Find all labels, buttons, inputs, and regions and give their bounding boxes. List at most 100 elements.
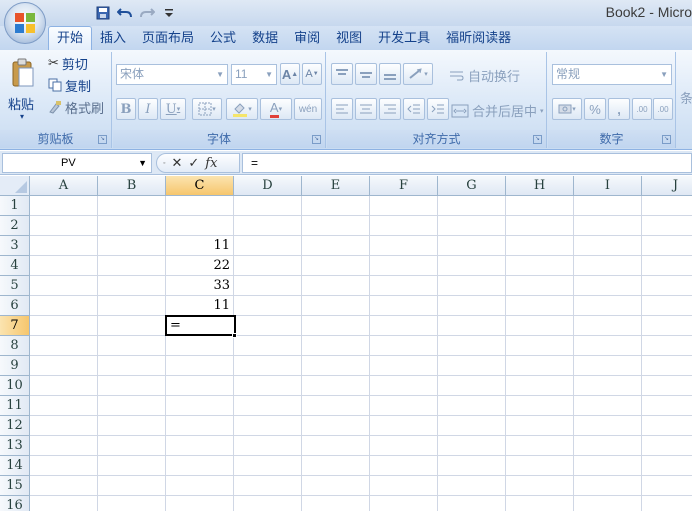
format-painter-button[interactable]: 格式刷 <box>48 98 104 116</box>
tab-data[interactable]: 数据 <box>244 26 286 50</box>
phonetic-button[interactable]: wén <box>294 98 322 120</box>
clipboard-launcher-icon[interactable]: ↘ <box>98 135 107 144</box>
bold-button[interactable]: B <box>116 98 136 120</box>
row-header-11[interactable]: 11 <box>0 396 30 416</box>
name-box[interactable]: PV ▼ <box>2 153 152 173</box>
customize-qat-icon[interactable] <box>160 4 178 22</box>
number-launcher-icon[interactable]: ↘ <box>662 135 671 144</box>
cut-button[interactable]: ✂ 剪切 <box>48 54 88 72</box>
increase-decimal-button[interactable]: .00 <box>632 98 652 120</box>
row-header-14[interactable]: 14 <box>0 456 30 476</box>
column-header-b[interactable]: B <box>98 176 166 196</box>
conditional-format-button[interactable]: 条 <box>680 88 692 107</box>
font-launcher-icon[interactable]: ↘ <box>312 135 321 144</box>
merge-center-button[interactable]: 合并后居中 ▾ <box>451 101 544 120</box>
align-middle-button[interactable] <box>355 63 377 85</box>
formula-text: = <box>251 156 259 170</box>
borders-button[interactable]: ▾ <box>192 98 222 120</box>
row-header-3[interactable]: 3 <box>0 236 30 256</box>
column-gridline <box>641 196 642 511</box>
fill-handle[interactable] <box>232 333 237 338</box>
cell-c5[interactable]: 33 <box>167 276 233 296</box>
tab-home[interactable]: 开始 <box>48 26 93 50</box>
column-header-j[interactable]: J <box>642 176 692 196</box>
copy-button[interactable]: 复制 <box>48 76 91 94</box>
tab-page-layout[interactable]: 页面布局 <box>134 26 202 50</box>
cell-c4[interactable]: 22 <box>167 256 233 276</box>
column-header-e[interactable]: E <box>302 176 370 196</box>
row-header-16[interactable]: 16 <box>0 496 30 511</box>
undo-icon[interactable] <box>116 4 134 22</box>
save-icon[interactable] <box>94 4 112 22</box>
tab-formulas[interactable]: 公式 <box>202 26 244 50</box>
tab-foxit-reader[interactable]: 福昕阅读器 <box>438 26 519 50</box>
column-header-c[interactable]: C <box>166 176 234 196</box>
decrease-indent-button[interactable] <box>403 98 425 120</box>
row-header-4[interactable]: 4 <box>0 256 30 276</box>
wrap-text-button[interactable]: 自动换行 <box>449 66 520 85</box>
select-all-button[interactable] <box>0 176 30 196</box>
row-header-2[interactable]: 2 <box>0 216 30 236</box>
column-header-f[interactable]: F <box>370 176 438 196</box>
chevron-down-icon[interactable]: ▼ <box>138 154 147 172</box>
row-header-13[interactable]: 13 <box>0 436 30 456</box>
number-format-combo[interactable]: 常规 ▼ <box>552 64 672 85</box>
copy-icon <box>48 78 62 92</box>
row-header-7[interactable]: 7 <box>0 316 30 336</box>
enter-icon[interactable]: ✓ <box>188 155 199 171</box>
phonetic-label: wén <box>298 103 318 115</box>
cancel-icon[interactable]: ✕ <box>171 155 182 171</box>
insert-function-icon[interactable]: fx <box>205 156 217 171</box>
align-top-button[interactable] <box>331 63 353 85</box>
worksheet-grid[interactable]: ABCDEFGHIJ 1 2 3 4 5 6 7 8 9 10 11 12 13 14 15 16 11 22… <box>0 176 692 511</box>
quick-access-toolbar <box>50 4 178 22</box>
tab-view[interactable]: 视图 <box>328 26 370 50</box>
paste-dropdown-icon[interactable]: ▾ <box>20 112 24 121</box>
row-header-10[interactable]: 10 <box>0 376 30 396</box>
row-header-5[interactable]: 5 <box>0 276 30 296</box>
row-header-12[interactable]: 12 <box>0 416 30 436</box>
increase-indent-button[interactable] <box>427 98 449 120</box>
formula-input[interactable]: = <box>242 153 692 173</box>
column-header-g[interactable]: G <box>438 176 506 196</box>
font-name-combo[interactable]: 宋体 ▼ <box>116 64 228 85</box>
align-left-button[interactable] <box>331 98 353 120</box>
grow-font-button[interactable]: A ▲ <box>280 63 300 85</box>
column-header-h[interactable]: H <box>506 176 574 196</box>
row-header-15[interactable]: 15 <box>0 476 30 496</box>
percent-button[interactable]: % <box>584 98 606 120</box>
comma-button[interactable]: , <box>608 98 630 120</box>
accounting-format-button[interactable]: ▾ <box>552 98 582 120</box>
row-gridline <box>30 235 692 236</box>
tab-developer[interactable]: 开发工具 <box>370 26 438 50</box>
underline-button[interactable]: U ▾ <box>160 98 186 120</box>
fill-color-button[interactable]: ▾ <box>226 98 258 120</box>
row-header-8[interactable]: 8 <box>0 336 30 356</box>
cell-c6[interactable]: 11 <box>167 296 233 316</box>
alignment-launcher-icon[interactable]: ↘ <box>533 135 542 144</box>
row-header-1[interactable]: 1 <box>0 196 30 216</box>
column-header-d[interactable]: D <box>234 176 302 196</box>
decrease-decimal-button[interactable]: .00 <box>653 98 673 120</box>
active-cell-c7[interactable]: = <box>165 315 236 336</box>
align-left-icon <box>336 104 348 114</box>
tab-review[interactable]: 审阅 <box>286 26 328 50</box>
paste-button[interactable]: 粘贴 ▾ <box>6 56 42 121</box>
font-color-button[interactable]: A ▾ <box>260 98 292 120</box>
align-right-button[interactable] <box>379 98 401 120</box>
row-header-9[interactable]: 9 <box>0 356 30 376</box>
cell-c3[interactable]: 11 <box>167 236 233 256</box>
italic-button[interactable]: I <box>138 98 158 120</box>
column-header-i[interactable]: I <box>574 176 642 196</box>
redo-icon[interactable] <box>138 4 156 22</box>
align-center-button[interactable] <box>355 98 377 120</box>
orientation-button[interactable]: ▾ <box>403 63 433 85</box>
italic-label: I <box>145 101 151 117</box>
office-button[interactable] <box>4 2 46 44</box>
align-bottom-button[interactable] <box>379 63 401 85</box>
font-size-combo[interactable]: 11 ▼ <box>231 64 277 85</box>
tab-insert[interactable]: 插入 <box>92 26 134 50</box>
column-header-a[interactable]: A <box>30 176 98 196</box>
shrink-font-button[interactable]: A ▼ <box>302 63 322 85</box>
row-header-6[interactable]: 6 <box>0 296 30 316</box>
